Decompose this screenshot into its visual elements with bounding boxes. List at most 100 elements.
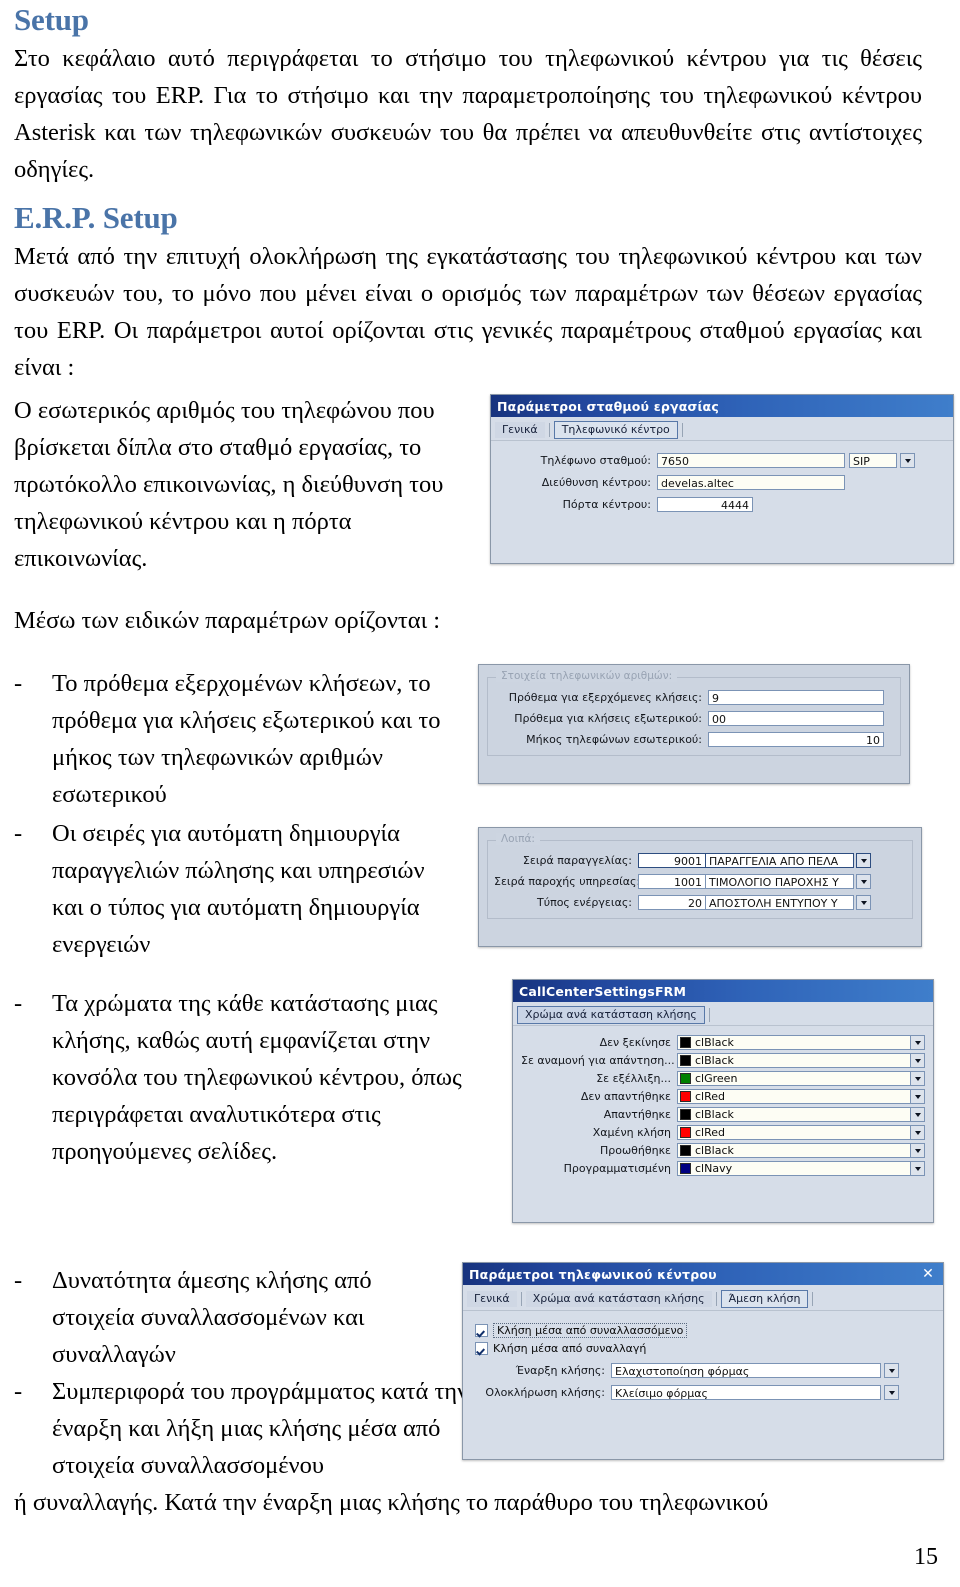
color-dropdown-arrow-icon[interactable] <box>911 1071 925 1086</box>
group-misc-caption: Λοιπά: <box>496 833 540 845</box>
dialog-callcenter-settings[interactable]: CallCenterSettingsFRM Χρώμα ανά κατάστασ… <box>512 979 934 1223</box>
service-series-label: Σειρά παροχής υπηρεσίας: <box>494 875 641 888</box>
action-type-label: Τύπος ενέργειας: <box>537 896 632 909</box>
color-swatch-icon <box>680 1055 691 1066</box>
service-series-desc[interactable]: ΤΙΜΟΛΟΓΙΟ ΠΑΡΟΧΗΣ Υ <box>706 874 854 889</box>
setup-section: Setup Στο κεφάλαιο αυτό περιγράφεται το … <box>14 2 922 188</box>
color-row: Προωθήθηκε clBlack <box>521 1143 925 1158</box>
order-series-desc[interactable]: ΠΑΡΑΓΓΕΛΙΑ ΑΠΟ ΠΕΛΑ <box>706 853 854 868</box>
station-phone-input[interactable]: 7650 <box>657 453 845 468</box>
checkbox-row-call-from-transaction[interactable]: Κλήση μέσα από συναλλαγή <box>475 1342 935 1355</box>
outgoing-prefix-input[interactable]: 9 <box>708 690 884 705</box>
page-title: Setup <box>14 2 89 37</box>
service-series-code[interactable]: 1001 <box>638 874 706 889</box>
dialog-workstation-title: Παράμετροι σταθμού εργασίας <box>497 398 719 414</box>
color-combo[interactable]: clBlack <box>677 1107 911 1122</box>
international-prefix-input[interactable]: 00 <box>708 711 884 726</box>
bullet-dash: - <box>14 820 23 847</box>
color-combo[interactable]: clBlack <box>677 1143 911 1158</box>
color-row-label: Δεν ξεκίνησε <box>599 1036 671 1049</box>
tab-genika[interactable]: Γενικά <box>467 1290 517 1307</box>
color-row: Σε εξέλλιξη... clGreen <box>521 1071 925 1086</box>
dialog-misc[interactable]: Λοιπά: Σειρά παραγγελίας: 9001 ΠΑΡΑΓΓΕΛΙ… <box>478 827 922 947</box>
color-combo[interactable]: clRed <box>677 1125 911 1140</box>
order-series-code[interactable]: 9001 <box>638 853 706 868</box>
group-phone-numbers: Στοιχεία τηλεφωνικών αριθμών: Πρόθεμα γι… <box>487 670 901 756</box>
bullet-item: - Τα χρώματα της κάθε κατάστασης μιας κλ… <box>14 985 474 1170</box>
field-row-call-end: Ολοκλήρωση κλήσης: Κλείσιμο φόρμας <box>475 1385 935 1400</box>
tab-amesi-klisi[interactable]: Άμεση κλήση <box>720 1289 809 1308</box>
color-row: Δεν ξεκίνησε clBlack <box>521 1035 925 1050</box>
closing-paragraph: ή συναλλαγής. Κατά την έναρξη μιας κλήση… <box>14 1489 769 1516</box>
tab-separator <box>812 1291 814 1306</box>
protocol-combo-value[interactable]: SIP <box>849 453 897 468</box>
color-row-label: Χαμένη κλήση <box>592 1126 671 1139</box>
color-combo[interactable]: clBlack <box>677 1053 911 1068</box>
field-row-center-address: Διεύθυνση κέντρου: develas.altec <box>499 475 945 490</box>
field-row-outgoing-prefix: Πρόθεμα για εξερχόμενες κλήσεις: 9 <box>494 690 894 705</box>
color-name: clNavy <box>695 1162 733 1175</box>
color-combo[interactable]: clBlack <box>677 1035 911 1050</box>
color-swatch-icon <box>680 1163 691 1174</box>
tab-xroma-ana-katastasi-klisis[interactable]: Χρώμα ανά κατάσταση κλήσης <box>517 1005 705 1024</box>
group-phone-numbers-caption: Στοιχεία τηλεφωνικών αριθμών: <box>496 670 678 682</box>
tab-separator <box>708 1007 710 1022</box>
dialog-workstation-parameters[interactable]: Παράμετροι σταθμού εργασίας Γενικά Τηλεφ… <box>490 394 954 564</box>
call-end-combo-value[interactable]: Κλείσιμο φόρμας <box>611 1385 881 1400</box>
dialog-callcenter-settings-tabstrip[interactable]: Χρώμα ανά κατάσταση κλήσης <box>513 1002 933 1026</box>
color-combo[interactable]: clRed <box>677 1089 911 1104</box>
dialog-phone-numbers[interactable]: Στοιχεία τηλεφωνικών αριθμών: Πρόθεμα γι… <box>478 664 910 784</box>
color-dropdown-arrow-icon[interactable] <box>911 1143 925 1158</box>
color-dropdown-arrow-icon[interactable] <box>911 1035 925 1050</box>
color-dropdown-arrow-icon[interactable] <box>911 1107 925 1122</box>
call-end-label: Ολοκλήρωση κλήσης: <box>485 1386 605 1399</box>
color-dropdown-arrow-icon[interactable] <box>911 1089 925 1104</box>
color-row-label: Προωθήθηκε <box>599 1144 671 1157</box>
checkbox-icon[interactable] <box>475 1342 488 1355</box>
dialog-callcenter-parameters[interactable]: Παράμετροι τηλεφωνικού κέντρου ✕ Γενικά … <box>462 1262 944 1460</box>
action-type-desc[interactable]: ΑΠΟΣΤΟΛΗ ΕΝΤΥΠΟΥ Υ <box>706 895 854 910</box>
bullet-item: - Συμπεριφορά του προγράμματος κατά την … <box>14 1373 474 1484</box>
special-params-intro: Μέσω των ειδικών παραμέτρων ορίζονται : <box>14 607 441 634</box>
protocol-dropdown-arrow-icon[interactable] <box>900 453 915 468</box>
tab-genika[interactable]: Γενικά <box>495 421 545 438</box>
dialog-callcenter-parameters-title: Παράμετροι τηλεφωνικού κέντρου <box>469 1266 717 1282</box>
dialog-workstation-tabstrip[interactable]: Γενικά Τηλεφωνικό κέντρο <box>491 417 953 441</box>
color-dropdown-arrow-icon[interactable] <box>911 1125 925 1140</box>
action-type-dropdown-arrow-icon[interactable] <box>856 895 871 910</box>
dialog-callcenter-parameters-tabstrip[interactable]: Γενικά Χρώμα ανά κατάσταση κλήσης Άμεση … <box>463 1285 943 1311</box>
tab-tilefoniko-kentro[interactable]: Τηλεφωνικό κέντρο <box>553 420 678 439</box>
field-row-call-start: Έναρξη κλήσης: Ελαχιστοποίηση φόρμας <box>475 1363 935 1378</box>
bullet-dash: - <box>14 990 23 1017</box>
color-row-label: Δεν απαντήθηκε <box>580 1090 671 1103</box>
checkbox-icon[interactable] <box>475 1324 488 1337</box>
center-port-input[interactable]: 4444 <box>657 497 753 512</box>
checkbox-label: Κλήση μέσα από συναλλασσόμενο <box>493 1323 688 1338</box>
call-end-dropdown-arrow-icon[interactable] <box>884 1385 899 1400</box>
extension-length-label: Μήκος τηλεφώνων εσωτερικού: <box>526 733 702 746</box>
action-type-code[interactable]: 20 <box>638 895 706 910</box>
color-name: clBlack <box>695 1054 734 1067</box>
tab-xroma-ana-katastasi-klisis[interactable]: Χρώμα ανά κατάσταση κλήσης <box>525 1290 712 1307</box>
outgoing-prefix-label: Πρόθεμα για εξερχόμενες κλήσεις: <box>508 691 702 704</box>
close-icon[interactable]: ✕ <box>919 1267 937 1281</box>
order-series-dropdown-arrow-icon[interactable] <box>856 853 871 868</box>
color-dropdown-arrow-icon[interactable] <box>911 1053 925 1068</box>
page-number: 15 <box>914 1544 938 1570</box>
color-combo[interactable]: clNavy <box>677 1161 911 1176</box>
checkbox-row-call-from-party[interactable]: Κλήση μέσα από συναλλασσόμενο <box>475 1323 935 1338</box>
bullet-text: Τα χρώματα της κάθε κατάστασης μιας κλήσ… <box>52 990 462 1165</box>
center-address-input[interactable]: develas.altec <box>657 475 845 490</box>
color-dropdown-arrow-icon[interactable] <box>911 1161 925 1176</box>
extension-length-input[interactable]: 10 <box>708 732 884 747</box>
center-address-label: Διεύθυνση κέντρου: <box>541 476 651 489</box>
bullet-item: - Οι σειρές για αυτόματη δημιουργία παρα… <box>14 815 464 963</box>
field-row-center-port: Πόρτα κέντρου: 4444 <box>499 497 945 512</box>
center-port-label: Πόρτα κέντρου: <box>562 498 651 511</box>
call-start-dropdown-arrow-icon[interactable] <box>884 1363 899 1378</box>
international-prefix-label: Πρόθεμα για κλήσεις εξωτερικού: <box>514 712 702 725</box>
call-start-combo-value[interactable]: Ελαχιστοποίηση φόρμας <box>611 1363 881 1378</box>
color-combo[interactable]: clGreen <box>677 1071 911 1086</box>
service-series-dropdown-arrow-icon[interactable] <box>856 874 871 889</box>
document-page: Setup Στο κεφάλαιο αυτό περιγράφεται το … <box>0 0 960 1587</box>
